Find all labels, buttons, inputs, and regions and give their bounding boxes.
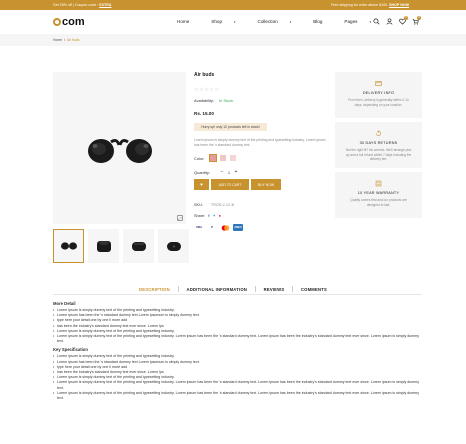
quantity-increase-button[interactable]: + [232,169,240,175]
header-icons: 0 0 [373,16,421,25]
tabs-divider-line [53,294,422,295]
quantity-stepper: Quantity: − 1 + [194,169,240,175]
color-swatch-1[interactable] [208,153,218,163]
user-icon[interactable] [386,18,393,25]
product-main-image[interactable]: ⤢ [53,72,186,224]
tab-comments[interactable]: COMMENTS [293,287,335,292]
feature-delivery: DELIVERY INFO From then, delivery is gen… [335,72,422,118]
warranty-icon [375,180,382,187]
wishlist-count: 0 [404,16,408,20]
paypal-icon: P [211,226,213,229]
share-label: Share: [194,213,206,218]
list-item: Lorem ipsum is simply dummy text of the … [53,334,422,344]
search-icon[interactable] [373,18,380,25]
breadcrumb: Home / Air buds [53,38,79,42]
nav-home[interactable]: Home [177,19,200,24]
logo-text: com [62,16,85,28]
feature-list: DELIVERY INFO From then, delivery is gen… [335,72,422,222]
sku-row: SKU: TROS-2.12.3I [194,203,235,207]
chevron-down-icon: ▾ [234,20,236,24]
key-spec-heading: Key Specification [53,347,88,353]
nav-shop[interactable]: Shop ▾ [211,19,246,24]
chevron-down-icon: ▾ [289,20,292,24]
payment-methods: VISA P AMEX [194,224,243,231]
chevron-down-icon: ▾ [369,20,371,24]
list-item: Lorem ipsum is simply dummy text of the … [53,380,422,390]
shop-now-link[interactable]: SHOP NOW [389,3,409,7]
more-detail-heading: More Detail [53,301,76,306]
feature-returns: 30 DAYS RETURNS Not the right fit? No wo… [335,122,422,168]
nav-collection[interactable]: Collection ▾ [258,19,303,24]
add-to-cart-button[interactable]: ADD TO CART [211,179,249,190]
breadcrumb-separator: / [64,38,65,42]
thumbnail-4[interactable] [158,229,189,263]
cart-count: 0 [417,16,421,20]
quantity-label: Quantity: [194,169,211,175]
action-buttons: ♥ ADD TO CART BUY NOW [194,179,281,190]
key-spec-list: Lorem ipsum is simply dummy text of the … [53,354,422,401]
stock-status: In Stock [218,98,234,103]
coupon-code[interactable]: EXTRA [99,3,111,7]
product-title: Air buds [194,72,215,78]
description-panel: More Detail Lorem ipsum is simply dummy … [53,301,422,401]
promo-text: Get 25% off | Coupon code : EXTRA [53,3,112,7]
more-detail-list: Lorem ipsum is simply dummy text of the … [53,308,422,344]
tab-reviews[interactable]: REVIEWS [256,287,293,292]
stock-alert: Hurry up! only 12 products left in stock… [194,123,267,131]
heart-icon[interactable]: 0 [399,16,408,25]
product-tabs: DESCRIPTION ADDITIONAL INFORMATION REVIE… [0,286,466,295]
nav-blog[interactable]: Blog [313,19,333,24]
logo[interactable]: com [53,16,85,28]
color-selector: Color: [194,153,236,163]
breadcrumb-bar: Home / Air buds [0,34,466,46]
pinterest-icon[interactable]: ● [219,214,221,218]
feature-text: Quality comes first and our products are… [350,198,407,207]
main-nav: Home Shop ▾ Collection ▾ Blog Pages ▾ [177,19,393,24]
logo-mark [53,18,61,26]
wishlist-button[interactable]: ♥ [194,179,209,190]
tab-additional-information[interactable]: ADDITIONAL INFORMATION [178,287,255,292]
earbuds-image [88,139,152,163]
color-swatch-3[interactable] [229,155,236,161]
list-item: Lorem ipsum is simply dummy text of the … [53,391,422,401]
breadcrumb-home[interactable]: Home [53,38,62,42]
feature-text: From then, delivery is generally within … [348,98,409,107]
cart-icon[interactable]: 0 [412,16,421,25]
mastercard-icon [220,224,230,231]
rating-stars[interactable]: ☆☆☆☆☆ [194,87,219,93]
thumbnail-strip [53,229,189,263]
share-row: Share: f ✦ ● [194,213,221,219]
feature-text: Not the right fit? No worries. We'll arr… [345,148,412,162]
availability: Availability: In Stock [194,98,234,103]
shipping-text: Free shipping for order above $100. SHOP… [330,3,409,7]
color-label: Color: [194,155,205,161]
delivery-icon [375,80,382,87]
color-swatch-2[interactable] [219,155,226,161]
tab-description[interactable]: DESCRIPTION [131,287,178,295]
thumbnail-1[interactable] [53,229,84,263]
product-info: Air buds ☆☆☆☆☆ Availability: In Stock Rs.… [194,72,329,231]
feature-warranty: 10 YEAR WARRANTY Quality comes first and… [335,172,422,218]
twitter-icon[interactable]: ✦ [212,213,215,218]
short-description: Lorem ipsum is simply dummy text of the … [194,138,326,147]
feature-title: 30 DAYS RETURNS [359,141,398,145]
zoom-icon[interactable]: ⤢ [177,215,183,221]
feature-title: 10 YEAR WARRANTY [357,191,400,195]
facebook-icon[interactable]: f [208,214,209,218]
visa-icon: VISA [194,224,204,231]
feature-title: DELIVERY INFO [362,91,395,95]
buy-now-button[interactable]: BUY NOW [251,179,281,190]
quantity-decrease-button[interactable]: − [218,169,226,175]
sku-value: TROS-2.12.3I [210,203,235,207]
amex-icon: AMEX [233,224,243,231]
promo-bar: Get 25% off | Coupon code : EXTRA Free s… [0,0,466,10]
returns-icon [375,130,382,137]
product-price: Rs. 15.00 [194,111,214,116]
site-header: com Home Shop ▾ Collection ▾ Blog Pages ▾ 0… [0,10,466,34]
heart-icon: ♥ [200,182,203,187]
thumbnail-3[interactable] [123,229,154,263]
breadcrumb-current: Air buds [67,38,80,42]
thumbnail-2[interactable] [88,229,119,263]
